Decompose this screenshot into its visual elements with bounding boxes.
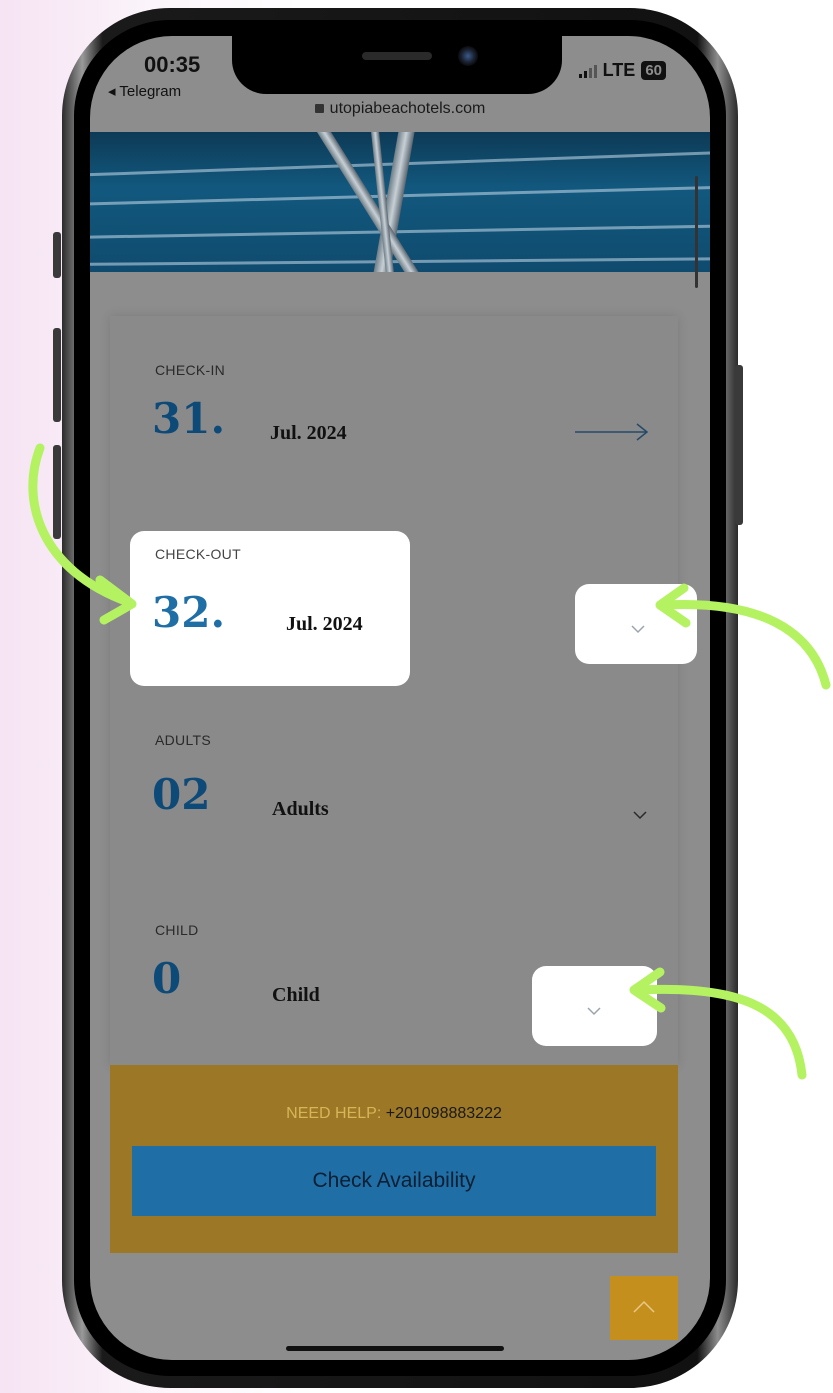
adults-unit: Adults: [272, 798, 329, 820]
home-indicator[interactable]: [286, 1346, 504, 1351]
status-indicators: LTE 60: [578, 60, 666, 81]
checkout-day[interactable]: 32.: [152, 588, 225, 637]
silent-switch: [53, 232, 61, 278]
lock-icon: [314, 104, 324, 113]
camera-icon: [458, 46, 478, 66]
adults-label: ADULTS: [155, 732, 211, 748]
power-button: [735, 365, 743, 525]
scroll-to-top-button[interactable]: [610, 1276, 678, 1340]
checkin-day[interactable]: 31.: [152, 394, 225, 443]
arrow-right-icon[interactable]: [575, 422, 650, 442]
help-phone-link[interactable]: +201098883222: [386, 1105, 502, 1122]
volume-down-button: [53, 445, 61, 539]
checkout-label: CHECK-OUT: [155, 546, 241, 562]
chevron-down-icon[interactable]: [632, 810, 648, 820]
booking-form: CHECK-IN 31. Jul. 2024 CHECK-OUT 32. Jul…: [110, 316, 697, 1066]
page-scrollbar[interactable]: [695, 176, 698, 288]
signal-icon: [578, 64, 597, 78]
adults-count[interactable]: 02: [152, 770, 210, 819]
child-unit: Child: [272, 984, 320, 1006]
status-time: 00:35: [144, 52, 201, 77]
speaker-grill: [362, 52, 432, 60]
hero-image: [90, 132, 710, 272]
url-text: utopiabeachotels.com: [329, 100, 486, 117]
back-to-telegram[interactable]: ◂ Telegram: [108, 82, 181, 100]
child-label: CHILD: [155, 922, 199, 938]
checkin-label: CHECK-IN: [155, 362, 226, 378]
check-availability-button[interactable]: Check Availability: [132, 1146, 656, 1216]
chevron-down-icon[interactable]: [586, 1006, 602, 1016]
booking-footer: NEED HELP: +201098883222 Check Availabil…: [110, 1065, 678, 1253]
checkin-month-year[interactable]: Jul. 2024: [270, 422, 347, 445]
need-help-line: NEED HELP: +201098883222: [110, 1105, 678, 1123]
need-help-label: NEED HELP:: [286, 1105, 382, 1122]
chevron-up-icon: [633, 1300, 655, 1313]
checkout-month-year[interactable]: Jul. 2024: [286, 613, 363, 636]
battery-icon: 60: [641, 61, 666, 80]
network-type: LTE: [602, 60, 636, 80]
phone-screen: 00:35 ◂ Telegram LTE 60 utopiabeachotels…: [90, 36, 710, 1360]
child-count[interactable]: 0: [152, 954, 181, 1003]
notch: [232, 36, 562, 94]
address-bar[interactable]: utopiabeachotels.com: [90, 100, 710, 118]
chevron-down-icon[interactable]: [630, 624, 646, 634]
volume-up-button: [53, 328, 61, 422]
